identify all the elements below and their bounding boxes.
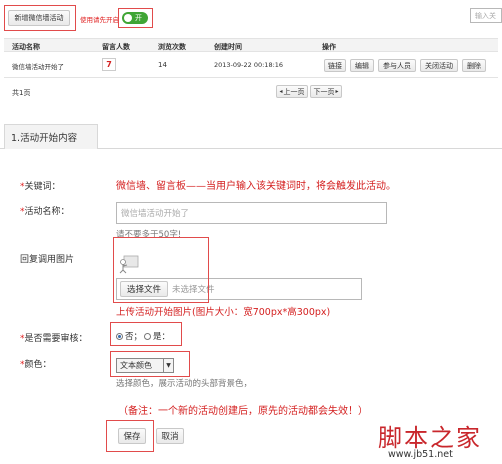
watermark-url: www.jb51.net <box>388 449 453 460</box>
activity-name-label: *活动名称： <box>20 207 70 217</box>
cell-created-time: 2013-09-22 00:18:16 <box>214 61 284 69</box>
color-hint: 选择颜色，展示活动的头部背景色， <box>116 379 253 389</box>
cancel-button[interactable]: 取消 <box>156 428 184 444</box>
page-total: 共1页 <box>12 89 31 97</box>
col-view-count: 浏览次数 <box>158 43 186 51</box>
color-label: *颜色： <box>20 360 52 370</box>
participants-button[interactable]: 参与人员 <box>378 59 416 72</box>
prev-page-label: 上一页 <box>283 87 305 96</box>
cell-view-count: 14 <box>158 61 167 69</box>
col-operations: 操作 <box>322 43 336 51</box>
reply-image-label: 回复调用图片 <box>20 255 75 265</box>
prev-page-button[interactable]: ◂ 上一页 <box>276 85 308 98</box>
keyword-label: *关键词： <box>20 182 61 192</box>
highlight-review <box>110 322 182 346</box>
table-header: 活动名称 留言人数 浏览次数 创建时间 操作 <box>4 38 498 52</box>
message-count-badge[interactable]: 7 <box>102 58 116 71</box>
col-activity-name: 活动名称 <box>12 43 40 51</box>
col-created-time: 创建时间 <box>214 43 242 51</box>
edit-button[interactable]: 编辑 <box>350 59 374 72</box>
highlight-image-upload <box>113 237 209 303</box>
highlight-color <box>110 351 190 377</box>
highlight-new-button <box>4 5 76 31</box>
next-arrow-icon: ▸ <box>335 88 339 95</box>
toggle-label: 使用请先开启 <box>80 16 119 24</box>
section-tab-label: 1.活动开始内容 <box>11 133 78 144</box>
review-label: *是否需要审核： <box>20 334 88 344</box>
next-page-label: 下一页 <box>313 87 335 96</box>
next-page-button[interactable]: 下一页 ▸ <box>310 85 342 98</box>
search-input[interactable]: 输入关 <box>470 8 502 23</box>
highlight-toggle <box>118 8 153 28</box>
note-text: （备注：一个新的活动创建后，原先的活动都会失效！） <box>118 406 368 417</box>
link-button[interactable]: 链接 <box>324 59 346 72</box>
upload-hint: 上传活动开始图片(图片大小：宽700px*高300px) <box>116 307 331 318</box>
col-message-count: 留言人数 <box>102 43 130 51</box>
highlight-save <box>106 420 154 452</box>
prev-arrow-icon: ◂ <box>279 88 283 95</box>
cell-activity-name: 微信墙活动开始了 <box>12 63 64 71</box>
delete-button[interactable]: 删除 <box>462 59 486 72</box>
section-tab[interactable]: 1.活动开始内容 <box>4 124 98 149</box>
keyword-hint: 微信墙、留言板——当用户输入该关键词时，将会触发此活动。 <box>116 181 396 192</box>
close-activity-button[interactable]: 关闭活动 <box>420 59 458 72</box>
watermark-title: 脚本之家 <box>378 424 482 452</box>
activity-name-input[interactable]: 微信墙活动开始了 <box>116 202 387 224</box>
